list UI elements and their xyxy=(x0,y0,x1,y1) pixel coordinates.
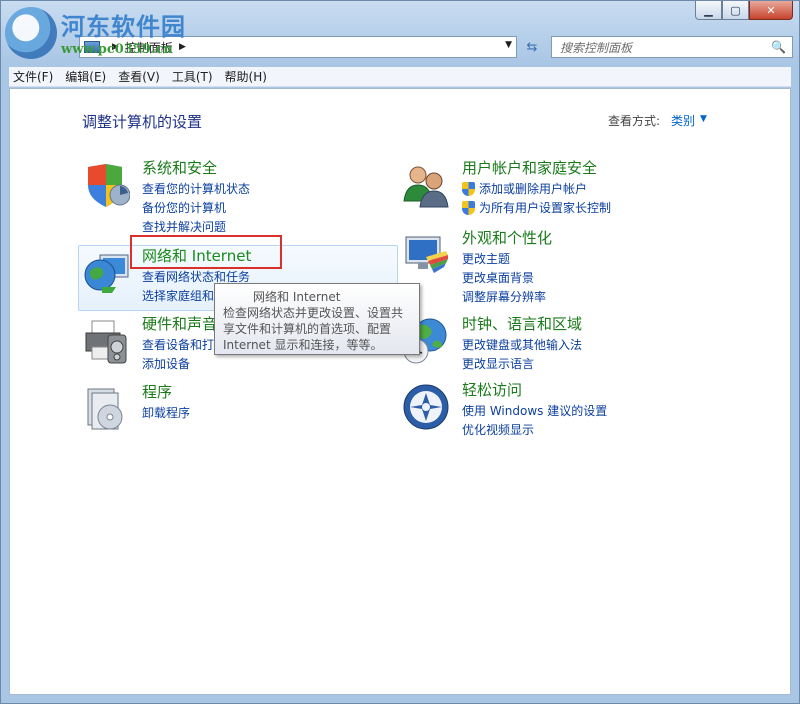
minimize-button[interactable]: ▁ xyxy=(695,1,722,20)
link-change-theme[interactable]: 更改主题 xyxy=(462,249,546,268)
link-change-keyboard[interactable]: 更改键盘或其他输入法 xyxy=(462,335,582,354)
link-change-display-language[interactable]: 更改显示语言 xyxy=(462,354,582,373)
tooltip-body: 检查网络状态并更改设置、设置共享文件和计算机的首选项、配置 Internet 显… xyxy=(223,306,404,352)
menu-help[interactable]: 帮助(H) xyxy=(225,68,267,85)
search-icon[interactable]: 🔍 xyxy=(771,40,786,54)
link-parental-controls[interactable]: 为所有用户设置家长控制 xyxy=(462,198,611,217)
search-placeholder: 搜索控制面板 xyxy=(560,40,633,55)
link-optimize-display[interactable]: 优化视频显示 xyxy=(462,420,607,439)
caption-buttons: ▁ ▢ ✕ xyxy=(695,1,793,20)
viewby-label: 查看方式: xyxy=(608,114,661,128)
refresh-icon[interactable]: ⇆ xyxy=(521,36,543,58)
category-title[interactable]: 轻松访问 xyxy=(462,379,522,400)
uac-shield-icon xyxy=(462,200,475,215)
menu-bar: 文件(F) 编辑(E) 查看(V) 工具(T) 帮助(H) xyxy=(9,67,791,87)
link-windows-recommended-settings[interactable]: 使用 Windows 建议的设置 xyxy=(462,401,607,420)
close-button[interactable]: ✕ xyxy=(749,1,793,20)
category-title[interactable]: 系统和安全 xyxy=(142,157,217,178)
link-view-computer-status[interactable]: 查看您的计算机状态 xyxy=(142,179,250,198)
globe-network-icon xyxy=(84,254,129,293)
watermark: 河东软件园 www.pc0359.cn xyxy=(5,7,186,59)
link-add-device[interactable]: 添加设备 xyxy=(142,354,238,373)
category-title[interactable]: 用户帐户和家庭安全 xyxy=(462,157,597,178)
maximize-button[interactable]: ▢ xyxy=(722,1,749,20)
page-title: 调整计算机的设置 xyxy=(82,113,203,131)
ease-of-access-icon xyxy=(403,384,449,430)
category-title[interactable]: 程序 xyxy=(142,381,172,402)
uac-shield-icon xyxy=(462,181,475,196)
tooltip: 网络和 Internet 检查网络状态并更改设置、设置共享文件和计算机的首选项、… xyxy=(214,283,420,355)
highlight-box xyxy=(130,235,282,269)
viewby-caret-icon[interactable]: ▼ xyxy=(700,114,707,124)
watermark-logo xyxy=(5,7,57,59)
watermark-title: 河东软件园 xyxy=(61,12,186,41)
control-panel-window: 河东软件园 www.pc0359.cn ▁ ▢ ✕ ▶ 控制面板 ▶ ▼ ⇆ 搜… xyxy=(0,0,800,704)
link-adjust-resolution[interactable]: 调整屏幕分辨率 xyxy=(462,287,546,306)
category-title[interactable]: 硬件和声音 xyxy=(142,313,217,334)
menu-tools[interactable]: 工具(T) xyxy=(172,68,213,85)
monitor-palette-icon xyxy=(405,236,448,273)
watermark-url: www.pc0359.cn xyxy=(61,42,173,57)
link-add-remove-accounts[interactable]: 添加或删除用户帐户 xyxy=(462,179,611,198)
link-troubleshoot[interactable]: 查找并解决问题 xyxy=(142,217,250,236)
category-title[interactable]: 外观和个性化 xyxy=(462,227,552,248)
users-icon xyxy=(403,166,449,208)
programs-icon xyxy=(87,388,123,430)
address-dropdown-icon[interactable]: ▼ xyxy=(505,40,512,50)
viewby-dropdown[interactable]: 类别 xyxy=(671,112,695,129)
link-change-background[interactable]: 更改桌面背景 xyxy=(462,268,546,287)
category-title[interactable]: 时钟、语言和区域 xyxy=(462,313,582,334)
link-uninstall-program[interactable]: 卸载程序 xyxy=(142,403,190,422)
link-backup-computer[interactable]: 备份您的计算机 xyxy=(142,198,250,217)
printer-icon xyxy=(85,320,127,364)
link-label: 为所有用户设置家长控制 xyxy=(479,201,612,215)
menu-file[interactable]: 文件(F) xyxy=(13,68,53,85)
menu-view[interactable]: 查看(V) xyxy=(118,68,160,85)
link-label: 添加或删除用户帐户 xyxy=(479,182,588,196)
content-pane: 调整计算机的设置 查看方式: 类别 ▼ 系统和安全 查看您的计算机状态 备份您的… xyxy=(9,88,791,695)
search-input[interactable]: 搜索控制面板 🔍 xyxy=(551,36,793,58)
menu-edit[interactable]: 编辑(E) xyxy=(65,68,106,85)
shield-icon xyxy=(88,164,130,207)
tooltip-title: 网络和 Internet xyxy=(253,290,341,304)
